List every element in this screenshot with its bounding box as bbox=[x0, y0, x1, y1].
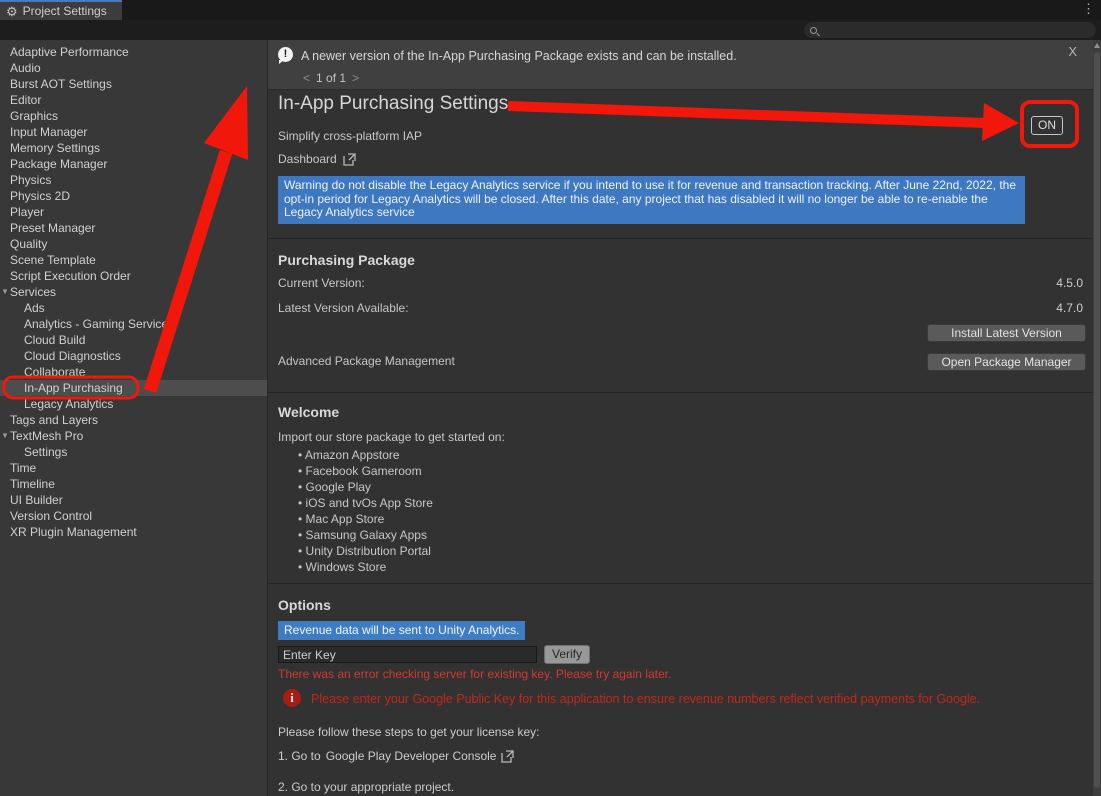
sidebar-item-timeline[interactable]: Timeline bbox=[0, 476, 267, 492]
sidebar-item-cloud-diagnostics[interactable]: Cloud Diagnostics bbox=[0, 348, 267, 364]
welcome-header: Welcome bbox=[278, 404, 339, 420]
verify-button[interactable]: Verify bbox=[544, 645, 590, 664]
sidebar-item-script-execution-order[interactable]: Script Execution Order bbox=[0, 268, 267, 284]
page-indicator: 1 of 1 bbox=[316, 71, 346, 85]
sidebar-item-scene-template[interactable]: Scene Template bbox=[0, 252, 267, 268]
sidebar-item-preset-manager[interactable]: Preset Manager bbox=[0, 220, 267, 236]
search-field[interactable] bbox=[804, 22, 1096, 38]
revenue-note: Revenue data will be sent to Unity Analy… bbox=[278, 621, 525, 640]
store-list-item: Unity Distribution Portal bbox=[298, 543, 433, 559]
toolbar bbox=[0, 20, 1101, 40]
search-input[interactable] bbox=[821, 24, 1071, 36]
store-list: Amazon Appstore Facebook Gameroom Google… bbox=[298, 447, 433, 575]
current-version-value: 4.5.0 bbox=[1056, 276, 1083, 290]
external-link-icon[interactable] bbox=[501, 750, 514, 763]
store-list-item: Windows Store bbox=[298, 559, 433, 575]
store-list-item: Samsung Galaxy Apps bbox=[298, 527, 433, 543]
sidebar-item-package-manager[interactable]: Package Manager bbox=[0, 156, 267, 172]
store-list-item: Facebook Gameroom bbox=[298, 463, 433, 479]
sidebar-item-player[interactable]: Player bbox=[0, 204, 267, 220]
sidebar-item-adaptive-performance[interactable]: Adaptive Performance bbox=[0, 44, 267, 60]
store-list-item: Amazon Appstore bbox=[298, 447, 433, 463]
welcome-intro: Import our store package to get started … bbox=[278, 430, 505, 444]
sidebar-item-audio[interactable]: Audio bbox=[0, 60, 267, 76]
sidebar-item-xr-plugin-management[interactable]: XR Plugin Management bbox=[0, 524, 267, 540]
kebab-menu-icon[interactable]: ⋮ bbox=[1082, 1, 1095, 17]
options-header: Options bbox=[278, 597, 331, 613]
page-title: In-App Purchasing Settings bbox=[278, 93, 508, 115]
tab-title: Project Settings bbox=[23, 4, 107, 18]
sidebar-item-legacy-analytics[interactable]: Legacy Analytics bbox=[0, 396, 267, 412]
steps-intro: Please follow these steps to get your li… bbox=[278, 725, 539, 739]
page-subtitle: Simplify cross-platform IAP bbox=[278, 129, 422, 143]
sidebar-item-tags-and-layers[interactable]: Tags and Layers bbox=[0, 412, 267, 428]
settings-sidebar: Adaptive Performance Audio Burst AOT Set… bbox=[0, 40, 267, 796]
close-icon[interactable]: X bbox=[1068, 44, 1077, 59]
iap-enabled-toggle[interactable]: ON bbox=[1031, 116, 1063, 135]
sidebar-item-physics-2d[interactable]: Physics 2D bbox=[0, 188, 267, 204]
sidebar-item-in-app-purchasing[interactable]: In-App Purchasing bbox=[0, 380, 267, 396]
sidebar-item-physics[interactable]: Physics bbox=[0, 172, 267, 188]
sidebar-item-collaborate[interactable]: Collaborate bbox=[0, 364, 267, 380]
sidebar-item-ads[interactable]: Ads bbox=[0, 300, 267, 316]
section-divider bbox=[268, 238, 1093, 239]
scroll-up-icon[interactable] bbox=[1094, 43, 1100, 48]
install-latest-version-button[interactable]: Install Latest Version bbox=[927, 324, 1086, 342]
step-2: 2. Go to your appropriate project. bbox=[278, 780, 454, 794]
step-1-prefix: 1. Go to bbox=[278, 749, 321, 763]
dashboard-label: Dashboard bbox=[278, 152, 337, 166]
next-page-icon[interactable]: > bbox=[352, 71, 359, 85]
dashboard-link[interactable]: Dashboard bbox=[278, 152, 356, 166]
current-version-label: Current Version: bbox=[278, 276, 365, 290]
server-error-text: There was an error checking server for e… bbox=[278, 667, 671, 681]
google-play-console-link[interactable]: Google Play Developer Console bbox=[326, 749, 497, 763]
sidebar-item-memory-settings[interactable]: Memory Settings bbox=[0, 140, 267, 156]
section-divider bbox=[268, 392, 1093, 393]
sidebar-item-ui-builder[interactable]: UI Builder bbox=[0, 492, 267, 508]
store-list-item: iOS and tvOs App Store bbox=[298, 495, 433, 511]
banner-pagination: < 1 of 1 > bbox=[303, 71, 359, 85]
info-icon: i bbox=[283, 689, 301, 707]
prev-page-icon[interactable]: < bbox=[303, 71, 310, 85]
sidebar-item-time[interactable]: Time bbox=[0, 460, 267, 476]
sidebar-item-quality[interactable]: Quality bbox=[0, 236, 267, 252]
license-key-input[interactable] bbox=[278, 646, 537, 663]
sidebar-item-cloud-build[interactable]: Cloud Build bbox=[0, 332, 267, 348]
step-1: 1. Go to Google Play Developer Console bbox=[278, 749, 514, 763]
sidebar-item-input-manager[interactable]: Input Manager bbox=[0, 124, 267, 140]
latest-version-label: Latest Version Available: bbox=[278, 301, 409, 315]
store-list-item: Mac App Store bbox=[298, 511, 433, 527]
vertical-scrollbar[interactable] bbox=[1093, 40, 1101, 796]
advanced-package-management-label: Advanced Package Management bbox=[278, 354, 455, 368]
tab-project-settings[interactable]: ⚙ Project Settings bbox=[0, 0, 122, 20]
store-list-item: Google Play bbox=[298, 479, 433, 495]
legacy-analytics-warning: Warning do not disable the Legacy Analyt… bbox=[278, 176, 1025, 224]
purchasing-package-header: Purchasing Package bbox=[278, 252, 415, 268]
sidebar-item-burst-aot-settings[interactable]: Burst AOT Settings bbox=[0, 76, 267, 92]
foldout-open-icon[interactable]: ▼ bbox=[1, 284, 9, 300]
update-notification-banner: ! A newer version of the In-App Purchasi… bbox=[268, 40, 1093, 90]
scrollbar-thumb[interactable] bbox=[1094, 52, 1100, 788]
sidebar-item-graphics[interactable]: Graphics bbox=[0, 108, 267, 124]
alert-bubble-icon: ! bbox=[278, 47, 293, 62]
sidebar-item-analytics-gaming-services[interactable]: Analytics - Gaming Services bbox=[0, 316, 267, 332]
foldout-open-icon[interactable]: ▼ bbox=[1, 428, 9, 444]
search-icon bbox=[810, 27, 817, 34]
open-package-manager-button[interactable]: Open Package Manager bbox=[927, 353, 1086, 371]
gear-icon: ⚙ bbox=[6, 5, 18, 18]
sidebar-item-textmesh-settings[interactable]: Settings bbox=[0, 444, 267, 460]
section-divider bbox=[268, 583, 1093, 584]
in-app-purchasing-panel: ! A newer version of the In-App Purchasi… bbox=[268, 40, 1093, 796]
sidebar-item-version-control[interactable]: Version Control bbox=[0, 508, 267, 524]
google-key-warning: Please enter your Google Public Key for … bbox=[311, 692, 1081, 706]
sidebar-item-textmesh-pro[interactable]: ▼TextMesh Pro bbox=[0, 428, 267, 444]
sidebar-item-editor[interactable]: Editor bbox=[0, 92, 267, 108]
latest-version-value: 4.7.0 bbox=[1056, 301, 1083, 315]
sidebar-item-services[interactable]: ▼Services bbox=[0, 284, 267, 300]
window-tab-bar: ⚙ Project Settings ⋮ bbox=[0, 0, 1101, 20]
external-link-icon bbox=[343, 153, 356, 166]
banner-message: A newer version of the In-App Purchasing… bbox=[301, 49, 737, 63]
